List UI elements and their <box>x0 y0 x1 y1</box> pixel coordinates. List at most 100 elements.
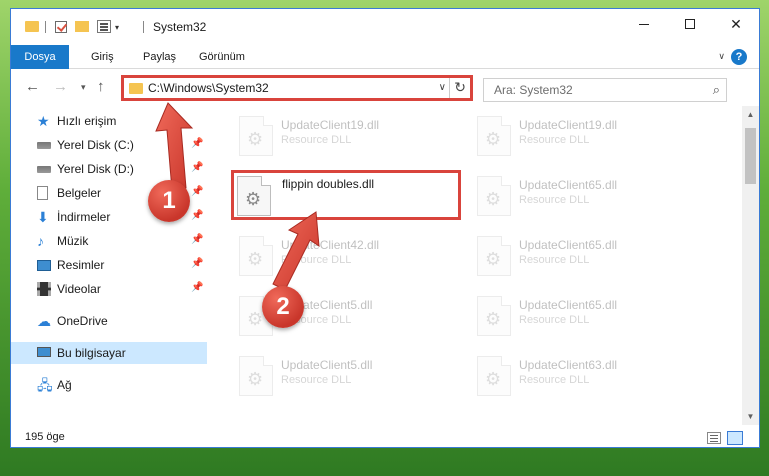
tab-home[interactable]: Giriş <box>79 45 126 69</box>
refresh-icon[interactable]: ↻ <box>454 79 466 96</box>
sidebar-item-quick-access[interactable]: ★ Hızlı erişim <box>11 110 207 132</box>
properties-icon[interactable] <box>97 20 111 33</box>
help-icon[interactable]: ? <box>731 49 747 65</box>
pin-icon[interactable]: 📌 <box>191 138 203 149</box>
vertical-scrollbar[interactable]: ▲ ▼ <box>742 106 759 425</box>
scroll-up-icon[interactable]: ▲ <box>742 106 759 123</box>
dll-file-icon <box>477 356 511 396</box>
customize-quick-access-icon[interactable]: ▾ <box>115 23 119 32</box>
pin-icon[interactable]: 📌 <box>191 282 203 293</box>
close-icon: ✕ <box>730 15 742 32</box>
file-item[interactable]: UpdateClient65.dll Resource DLL <box>471 170 701 220</box>
divider <box>45 21 46 33</box>
sidebar-item-onedrive[interactable]: ☁ OneDrive <box>11 310 207 332</box>
dll-file-icon <box>477 176 511 216</box>
sidebar-item-local-disk-c[interactable]: Yerel Disk (C:) 📌 <box>11 134 207 156</box>
file-list: UpdateClient19.dll Resource DLL flippin … <box>211 106 737 425</box>
sidebar-item-music[interactable]: ♪ Müzik 📌 <box>11 230 207 252</box>
sidebar-item-label: Belgeler <box>57 186 102 200</box>
properties-check-icon[interactable] <box>55 21 67 33</box>
file-type: Resource DLL <box>281 254 352 266</box>
sidebar-item-label: Bu bilgisayar <box>57 346 126 360</box>
computer-icon <box>37 347 51 357</box>
scroll-down-icon[interactable]: ▼ <box>742 408 759 425</box>
disk-icon <box>37 142 51 149</box>
file-item[interactable]: UpdateClient19.dll Resource DLL <box>471 110 701 160</box>
file-name: UpdateClient65.dll <box>519 178 618 192</box>
sidebar-item-this-pc[interactable]: Bu bilgisayar <box>11 342 207 364</box>
back-arrow-icon[interactable]: ← <box>25 78 40 95</box>
file-type: Resource DLL <box>519 374 590 386</box>
file-name: flippin doubles.dll <box>282 177 375 191</box>
search-input[interactable]: Ara: System32 ⌕ <box>483 78 727 102</box>
video-icon <box>37 282 51 296</box>
maximize-button[interactable] <box>667 9 713 39</box>
folder-icon <box>25 21 39 32</box>
sidebar-item-label: Yerel Disk (D:) <box>57 162 134 176</box>
pin-icon[interactable]: 📌 <box>191 162 203 173</box>
file-item[interactable]: UpdateClient19.dll Resource DLL <box>233 110 463 160</box>
pin-icon[interactable]: 📌 <box>191 186 203 197</box>
tab-view[interactable]: Görünüm <box>187 45 257 69</box>
file-item[interactable]: UpdateClient5.dll Resource DLL <box>233 350 463 400</box>
minimize-icon <box>639 23 649 25</box>
file-name: UpdateClient65.dll <box>519 238 618 252</box>
up-arrow-icon[interactable]: ↑ <box>97 78 105 95</box>
recent-locations-icon[interactable]: ▾ <box>81 82 86 93</box>
maximize-icon <box>685 19 695 29</box>
file-item[interactable]: UpdateClient42.dll Resource DLL <box>233 230 463 280</box>
file-type: Resource DLL <box>519 314 590 326</box>
large-icons-view-icon[interactable] <box>727 431 743 445</box>
search-icon: ⌕ <box>712 82 720 97</box>
file-type: Resource DLL <box>519 194 590 206</box>
address-path[interactable]: C:\Windows\System32 <box>148 81 269 95</box>
tab-file[interactable]: Dosya <box>11 45 69 69</box>
folder-icon <box>129 83 143 94</box>
dll-file-icon <box>239 236 273 276</box>
tab-share[interactable]: Paylaş <box>131 45 188 69</box>
file-item[interactable]: UpdateClient63.dll Resource DLL <box>471 350 701 400</box>
search-placeholder: Ara: System32 <box>494 83 573 97</box>
dll-file-icon <box>477 116 511 156</box>
sidebar-item-label: Ağ <box>57 378 72 392</box>
file-type: Resource DLL <box>281 374 352 386</box>
music-icon: ♪ <box>37 233 44 249</box>
step-badge-2: 2 <box>262 286 304 328</box>
chevron-down-icon[interactable]: ∨ <box>439 82 446 93</box>
pin-icon[interactable]: 📌 <box>191 210 203 221</box>
sidebar-item-local-disk-d[interactable]: Yerel Disk (D:) 📌 <box>11 158 207 180</box>
details-view-icon[interactable] <box>707 432 721 444</box>
sidebar-item-network[interactable]: 🖧 Ağ <box>11 374 207 396</box>
close-button[interactable]: ✕ <box>713 9 759 39</box>
divider <box>449 78 450 98</box>
step-badge-1: 1 <box>148 180 190 222</box>
file-name: UpdateClient19.dll <box>519 118 618 132</box>
forward-arrow-icon[interactable]: → <box>53 78 68 95</box>
sidebar-item-label: Videolar <box>57 282 101 296</box>
new-folder-icon[interactable] <box>75 21 89 32</box>
file-item[interactable]: UpdateClient65.dll Resource DLL <box>471 230 701 280</box>
window-title: System32 <box>153 20 207 34</box>
file-item[interactable]: UpdateClient65.dll Resource DLL <box>471 290 701 340</box>
dll-file-icon <box>239 116 273 156</box>
pin-icon[interactable]: 📌 <box>191 234 203 245</box>
title-bar: ▾ System32 ✕ <box>11 9 759 45</box>
chevron-down-icon[interactable]: ∨ <box>718 51 725 62</box>
dll-file-icon <box>477 296 511 336</box>
pictures-icon <box>37 260 51 271</box>
sidebar-item-pictures[interactable]: Resimler 📌 <box>11 254 207 276</box>
disk-icon <box>37 166 51 173</box>
file-type: Resource DLL <box>281 134 352 146</box>
sidebar-item-label: OneDrive <box>57 314 108 328</box>
ribbon-tabs: Dosya Giriş Paylaş Görünüm ∨ ? <box>11 45 759 69</box>
pin-icon[interactable]: 📌 <box>191 258 203 269</box>
scrollbar-thumb[interactable] <box>745 128 756 184</box>
dll-file-icon <box>237 176 271 216</box>
explorer-window: ▾ System32 ✕ Dosya Giriş Paylaş Görünüm … <box>10 8 760 448</box>
address-bar[interactable]: C:\Windows\System32 ∨ ↻ <box>121 75 473 101</box>
minimize-button[interactable] <box>621 9 667 39</box>
sidebar-item-label: Hızlı erişim <box>57 114 117 128</box>
file-item-highlighted[interactable]: flippin doubles.dll <box>231 170 461 220</box>
sidebar-item-videos[interactable]: Videolar 📌 <box>11 278 207 300</box>
star-icon: ★ <box>37 113 50 129</box>
